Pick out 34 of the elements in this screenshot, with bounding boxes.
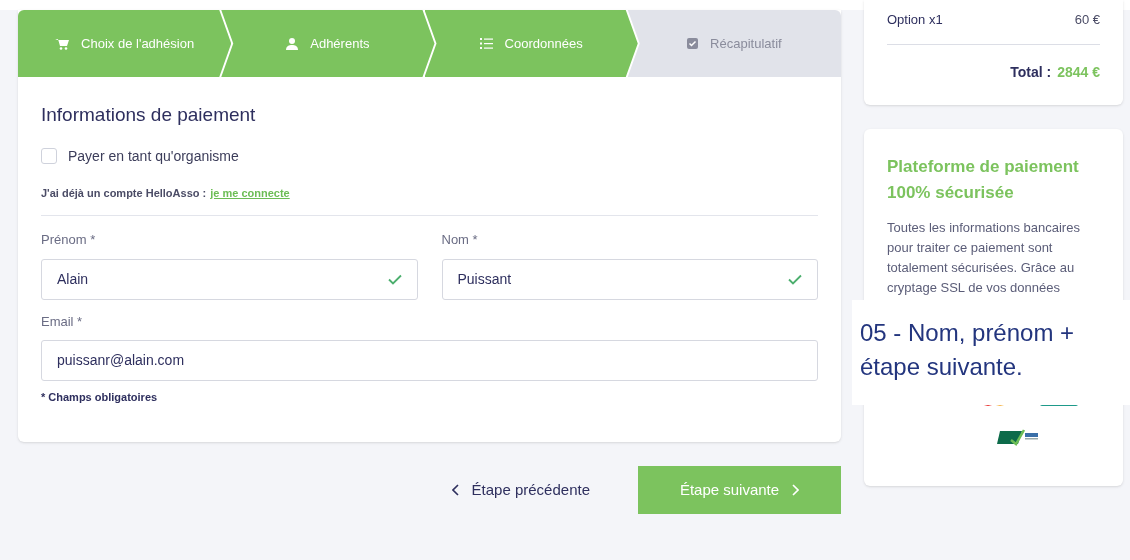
progress-step[interactable]: Coordonnées	[424, 10, 638, 77]
security-title: Plateforme de paiement 100% sécurisée	[887, 155, 1080, 204]
progress-step[interactable]: Récapitulatif	[627, 10, 841, 77]
person-icon	[286, 37, 299, 50]
checkbox[interactable]	[41, 148, 57, 164]
pci-badge-icon	[997, 427, 1039, 446]
cart-icon	[55, 37, 70, 50]
next-step-button[interactable]: Étape suivante	[638, 466, 841, 514]
previous-step-link[interactable]: Étape précédente	[451, 478, 590, 502]
progress-step[interactable]: Choix de l'adhésion	[18, 10, 232, 77]
required-note: * Champs obligatoires	[41, 390, 159, 405]
input-field[interactable]: puissanr@alain.com	[41, 340, 818, 381]
chevron-right-icon	[791, 484, 800, 496]
checkbox-icon	[687, 38, 699, 49]
section-title: Informations de paiement	[41, 103, 257, 127]
check-icon	[788, 273, 802, 285]
line-price: 60 €	[1074, 11, 1100, 29]
check-icon	[387, 273, 402, 285]
caption-text: 05 - Nom, prénom + étape suivante.	[860, 318, 1076, 382]
account-text: J'ai déjà un compte HelloAsso :	[41, 185, 207, 201]
chevron-left-icon	[451, 484, 460, 496]
field-label: Email *	[41, 312, 84, 331]
total-label: Total :	[1010, 62, 1052, 82]
checkbox-label: Payer en tant qu'organisme	[68, 146, 239, 166]
input-field[interactable]: Puissant	[441, 258, 818, 300]
input-field[interactable]: Alain	[41, 258, 418, 300]
field-label: Prénom *	[41, 231, 97, 249]
total-value: 2844 €	[1057, 62, 1100, 82]
login-link[interactable]: je me connecte	[210, 184, 290, 201]
security-text: Toutes les informations bancaires pour traiter ce paiement sont totalement sécurisées. Grâce au cryptage SSL de vos données	[887, 218, 1081, 297]
list-icon	[479, 38, 493, 49]
field-label: Nom *	[441, 231, 479, 249]
line-label: Option x1	[887, 11, 943, 29]
progress-step[interactable]: Adhérents	[221, 10, 435, 77]
